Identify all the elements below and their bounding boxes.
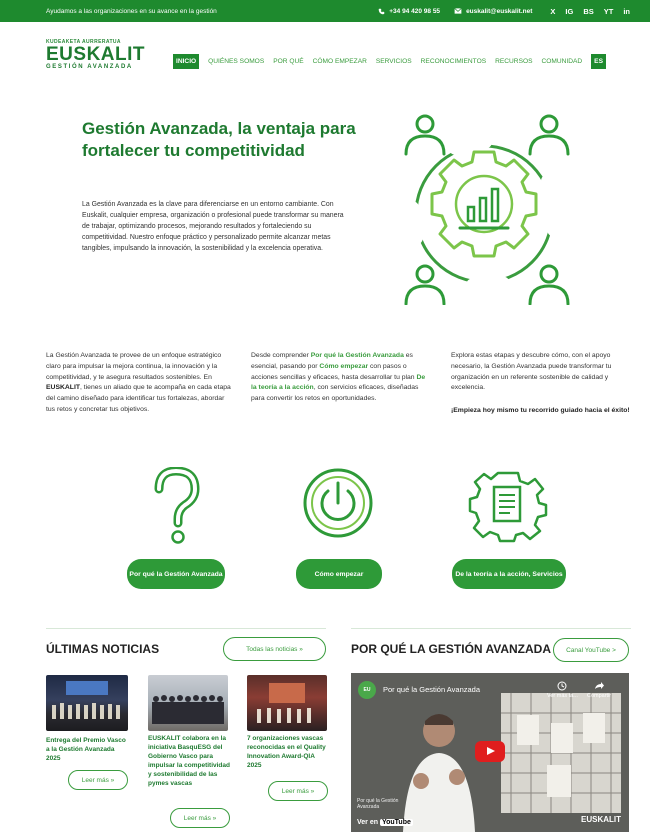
read-more-button-1[interactable]: Leer más »	[68, 770, 128, 790]
news-image-1[interactable]	[46, 675, 128, 731]
phone-text: +34 94 420 98 55	[389, 7, 441, 15]
col3-text: Explora estas etapas y descubre cómo, co…	[451, 352, 612, 392]
news-image-2[interactable]	[148, 675, 228, 731]
youtube-social-icon[interactable]: YT	[604, 7, 614, 16]
nav-item-por-que[interactable]: POR QUÉ	[273, 58, 303, 65]
document-gear-icon	[468, 471, 548, 543]
channel-avatar[interactable]: EU	[358, 681, 376, 699]
mail-icon	[454, 8, 462, 14]
share-icon	[595, 682, 605, 689]
como-empezar-link[interactable]: Cómo empezar	[319, 363, 368, 370]
gear-people-chart-illustration	[404, 114, 570, 305]
youtube-channel-button[interactable]: Canal YouTube >	[553, 638, 629, 662]
award-stage-photo	[257, 683, 311, 723]
news-title-3[interactable]: 7 organizaciones vascas reconocidas en e…	[247, 734, 329, 770]
col3-cta: ¡Empieza hoy mismo tu recorrido guiado h…	[451, 407, 630, 415]
video-divider	[351, 628, 631, 629]
share-button[interactable]: Compartir	[587, 681, 611, 699]
news-image-3[interactable]	[247, 675, 327, 731]
euskalit-logo[interactable]: KUDEAKETA AURRERATUA EUSKALIT GESTIÓN AV…	[46, 40, 145, 71]
watch-on-youtube[interactable]: Ver en YouTube	[357, 819, 413, 826]
nav-item-quienes-somos[interactable]: QUIÉNES SOMOS	[208, 58, 264, 65]
site-header: KUDEAKETA AURRERATUA EUSKALIT GESTIÓN AV…	[0, 22, 650, 80]
news-divider	[46, 628, 326, 629]
como-empezar-button[interactable]: Cómo empezar	[296, 559, 382, 589]
main-nav: INICIO QUIÉNES SOMOS POR QUÉ CÓMO EMPEZA…	[173, 54, 606, 69]
hero-title: Gestión Avanzada, la ventaja para fortal…	[82, 119, 356, 160]
clock-icon	[557, 681, 567, 691]
video-section-title: POR QUÉ LA GESTIÓN AVANZADA	[351, 642, 552, 656]
video-brand-watermark: EUSKALIT	[581, 815, 621, 824]
phone-link[interactable]: +34 94 420 98 55	[378, 8, 440, 15]
all-news-button[interactable]: Todas las noticias »	[223, 637, 326, 661]
por-que-link[interactable]: Por qué la Gestión Avanzada	[311, 352, 404, 359]
news-title-1[interactable]: Entrega del Premio Vasco a la Gestión Av…	[46, 736, 128, 763]
video-caption: Por qué la Gestión Avanzada	[357, 798, 399, 810]
hero-text: La Gestión Avanzada es la clave para dif…	[82, 201, 344, 252]
por-que-button[interactable]: Por qué la Gestión Avanzada	[127, 559, 225, 589]
nav-item-inicio[interactable]: INICIO	[173, 54, 200, 69]
linkedin-social-icon[interactable]: in	[623, 7, 630, 16]
servicios-button[interactable]: De la teoría a la acción, Servicios	[452, 559, 566, 589]
logo-line2: EUSKALIT	[46, 44, 145, 65]
watch-later-label: Ver más ta...	[547, 693, 578, 699]
play-button[interactable]	[475, 741, 505, 762]
tagline: Ayudamos a las organizaciones en su avan…	[46, 7, 217, 15]
col1-euskalit: EUSKALIT	[46, 384, 80, 392]
news-section-title: ÚLTIMAS NOTICIAS	[46, 642, 160, 656]
nav-item-como-empezar[interactable]: CÓMO EMPEZAR	[313, 58, 367, 65]
question-icon	[154, 467, 200, 544]
phone-icon	[378, 8, 385, 14]
email-text: euskalit@euskalit.net	[466, 7, 533, 15]
news-title-2[interactable]: EUSKALIT colabora en la iniciativa Basqu…	[148, 734, 230, 788]
video-title[interactable]: Por qué la Gestión Avanzada	[383, 685, 480, 694]
nav-item-servicios[interactable]: SERVICIOS	[376, 58, 412, 65]
read-more-button-3[interactable]: Leer más »	[268, 781, 328, 801]
intro-column-1: La Gestión Avanzada te provee de un enfo…	[46, 351, 231, 416]
read-more-button-2[interactable]: Leer más »	[170, 808, 230, 828]
youtube-logo: YouTube	[379, 819, 413, 826]
nav-item-reconocimientos[interactable]: RECONOCIMIENTOS	[421, 58, 486, 65]
email-link[interactable]: euskalit@euskalit.net	[454, 8, 532, 15]
group-photo	[152, 695, 224, 724]
intro-column-2: Desde comprender Por qué la Gestión Avan…	[251, 351, 431, 405]
top-bar: Ayudamos a las organizaciones en su avan…	[0, 0, 650, 22]
x-social-icon[interactable]: X	[550, 7, 555, 16]
col2-text-a: Desde comprender	[251, 352, 311, 359]
watch-on-label: Ver en	[357, 819, 379, 826]
language-switch[interactable]: ES	[591, 54, 606, 69]
col1-text-a: La Gestión Avanzada te provee de un enfo…	[46, 352, 222, 381]
bluesky-social-icon[interactable]: BS	[583, 7, 593, 16]
youtube-video-embed[interactable]: EU Por qué la Gestión Avanzada Ver más t…	[351, 673, 629, 832]
power-icon	[303, 468, 373, 538]
share-label: Compartir	[587, 693, 612, 699]
nav-item-comunidad[interactable]: COMUNIDAD	[542, 58, 583, 65]
award-ceremony-photo	[52, 681, 120, 719]
logo-line3: GESTIÓN AVANZADA	[46, 64, 133, 70]
nav-item-recursos[interactable]: RECURSOS	[495, 58, 532, 65]
watch-later-button[interactable]: Ver más ta...	[547, 681, 578, 699]
instagram-social-icon[interactable]: IG	[565, 7, 573, 16]
intro-column-3: Explora estas etapas y descubre cómo, co…	[451, 351, 633, 417]
